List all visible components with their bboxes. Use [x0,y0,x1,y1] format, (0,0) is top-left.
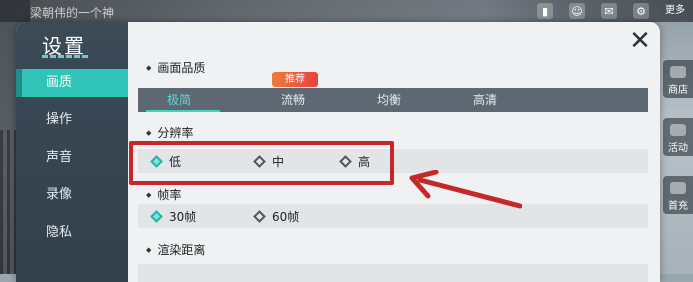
gift-icon [670,182,686,194]
settings-sidebar: 设置 画质 操作 声音 录像 隐私 [16,22,128,282]
quality-option-hd[interactable]: 高清 [450,88,520,112]
quality-option-smooth[interactable]: 流畅 [258,88,328,112]
event-button[interactable]: 活动 [663,118,693,156]
resolution-section-title: 分辨率 [146,124,193,141]
render-distance-section-title: 渲染距离 [146,241,205,258]
player-name: 梁朝伟的一个神 [30,6,115,20]
quality-selector: 极简 流畅 均衡 高清 [138,88,648,112]
sidebar-item-graphics[interactable]: 画质 [16,69,128,97]
friends-icon[interactable]: ☺ [569,3,585,19]
framerate-section-title: 帧率 [146,186,181,203]
quality-option-minimal[interactable]: 极简 [144,88,220,112]
chart-icon[interactable]: ▮ [537,3,553,19]
shop-icon [670,66,686,78]
sidebar-item-sound[interactable]: 声音 [16,144,128,172]
title-decoration [42,55,90,58]
sidebar-item-privacy[interactable]: 隐私 [16,219,128,247]
event-icon [670,124,686,136]
framerate-option-60[interactable]: 60帧 [253,204,299,228]
first-recharge-button[interactable]: 首充 [663,176,693,214]
annotation-highlight-box [129,141,394,185]
game-top-bar: 梁朝伟的一个神 ▮ ☺ ✉ ⚙ 更多 [0,0,693,22]
framerate-option-30[interactable]: 30帧 [150,204,196,228]
annotation-arrow-icon [409,170,522,209]
top-icons: ▮ ☺ ✉ ⚙ 更多 [537,3,685,19]
close-button[interactable]: ✕ [628,28,652,54]
radio-selected-icon [150,209,163,223]
right-menu: 商店 活动 首充 [663,60,693,214]
mail-icon[interactable]: ✉ [601,3,617,19]
radio-icon [253,209,266,223]
quality-section-title: 画面品质 [146,59,205,76]
sidebar-item-recording[interactable]: 录像 [16,181,128,209]
shop-button[interactable]: 商店 [663,60,693,98]
sidebar-item-controls[interactable]: 操作 [16,106,128,134]
recommended-badge: 推荐 [272,72,318,87]
gear-icon[interactable]: ⚙ [633,3,649,19]
framerate-options: 30帧 60帧 [138,204,648,228]
more-button[interactable]: 更多 [665,3,685,19]
quality-option-balanced[interactable]: 均衡 [354,88,424,112]
render-distance-options [138,264,648,282]
